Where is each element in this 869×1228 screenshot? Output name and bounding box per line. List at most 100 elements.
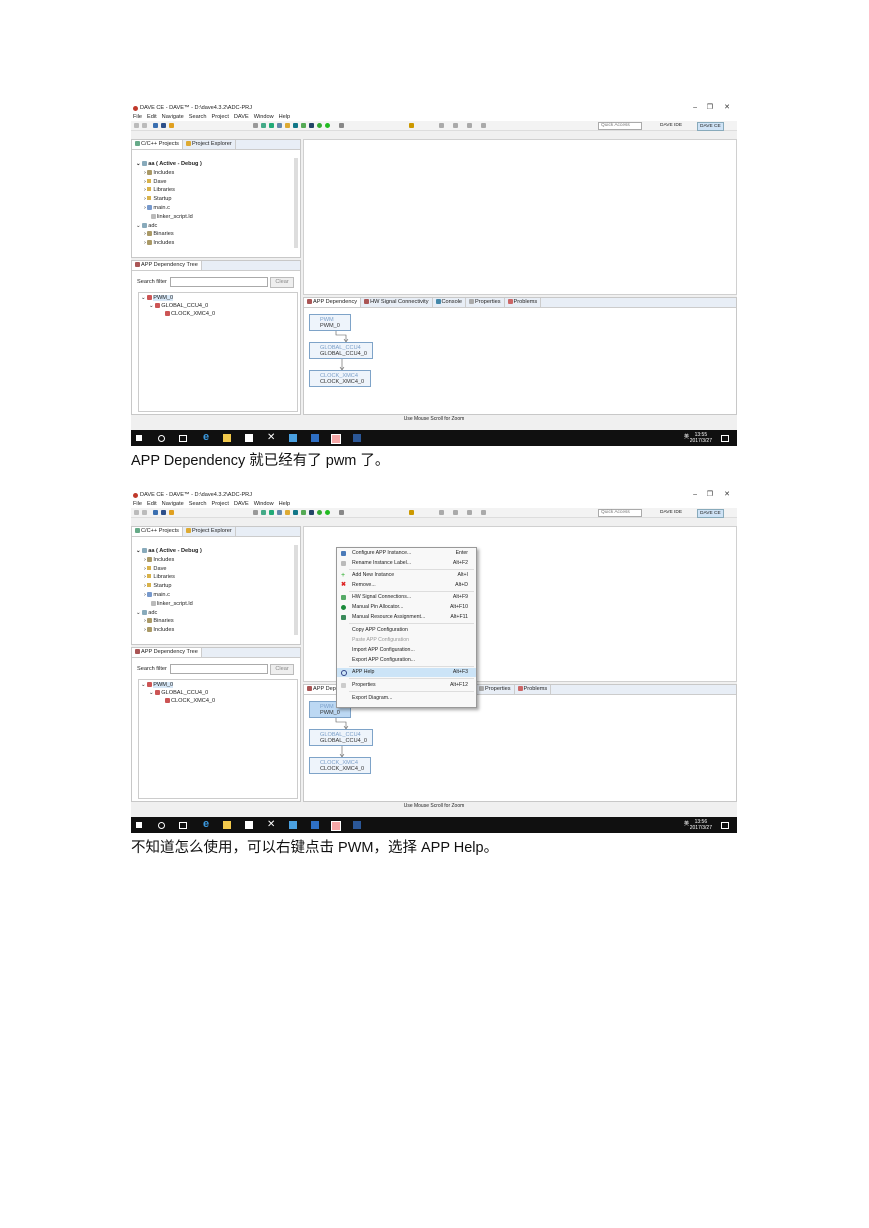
menu-file[interactable]: File [133, 114, 142, 120]
tree-item[interactable]: › Libraries [136, 186, 202, 195]
search-filter-input[interactable] [170, 277, 268, 287]
app-taskbar-icon[interactable] [289, 821, 297, 829]
app-icon-1[interactable] [253, 123, 258, 128]
explorer-scrollbar[interactable] [294, 545, 298, 635]
tree-item[interactable]: › Includes [136, 239, 202, 248]
tree-item[interactable]: › Includes [136, 626, 202, 635]
ime-indicator[interactable]: 英 [684, 821, 689, 828]
menu-project[interactable]: Project [211, 501, 228, 507]
search-filter-input[interactable] [170, 664, 268, 674]
tab-project-explorer[interactable]: Project Explorer [183, 527, 236, 536]
tools-taskbar-icon[interactable]: ✕ [267, 432, 275, 443]
store-icon[interactable] [245, 434, 253, 442]
help-icon[interactable] [309, 510, 314, 515]
wand-icon[interactable] [153, 510, 158, 515]
menu-item-copy-config[interactable]: Copy APP Configuration [337, 626, 476, 635]
close-button[interactable]: ✕ [724, 103, 730, 113]
add-app-icon[interactable] [269, 123, 274, 128]
menu-item-import-config[interactable]: Import APP Configuration... [337, 646, 476, 655]
dep-tree-item-global-ccu4[interactable]: ⌄ GLOBAL_CCU4_0 [149, 303, 208, 309]
diagram-node-clock[interactable]: CLOCK_XMC4 CLOCK_XMC4_0 [309, 370, 371, 387]
run-icon[interactable] [317, 510, 322, 515]
store-icon[interactable] [245, 821, 253, 829]
app-taskbar-icon[interactable] [289, 434, 297, 442]
menu-item-pin-allocator[interactable]: Manual Pin Allocator... Alt+F10 [337, 603, 476, 612]
minimize-button[interactable]: – [693, 103, 697, 113]
wand-icon[interactable] [153, 123, 158, 128]
tree-item[interactable]: › main.c [136, 591, 202, 600]
menu-item-properties[interactable]: Properties Alt+F12 [337, 681, 476, 690]
diagram-node-global-ccu4[interactable]: GLOBAL_CCU4 GLOBAL_CCU4_0 [309, 342, 373, 359]
tree-item[interactable]: ⌄ aa ( Active - Debug ) [136, 547, 202, 556]
close-button[interactable]: ✕ [724, 490, 730, 500]
nav-icon-2[interactable] [453, 510, 458, 515]
diagram-node-clock[interactable]: CLOCK_XMC4 CLOCK_XMC4_0 [309, 757, 371, 774]
build-icon[interactable] [161, 123, 166, 128]
tree-item[interactable]: › Binaries [136, 230, 202, 239]
tree-item[interactable]: › Includes [136, 169, 202, 178]
run-icon[interactable] [317, 123, 322, 128]
pin-icon[interactable] [409, 510, 414, 515]
tab-app-dependency[interactable]: APP Dependency [304, 298, 362, 307]
help-icon[interactable] [309, 123, 314, 128]
app-icon-3[interactable] [277, 123, 282, 128]
menu-window[interactable]: Window [254, 501, 274, 507]
new-icon[interactable] [134, 123, 139, 128]
menu-search[interactable]: Search [189, 114, 207, 120]
menu-navigate[interactable]: Navigate [162, 501, 184, 507]
tools-icon[interactable] [339, 510, 344, 515]
word-taskbar-icon[interactable] [353, 821, 361, 829]
build-icon[interactable] [161, 510, 166, 515]
dep-tree-item-clock[interactable]: CLOCK_XMC4_0 [165, 311, 215, 317]
outlook-taskbar-icon[interactable] [311, 821, 319, 829]
outlook-taskbar-icon[interactable] [311, 434, 319, 442]
back-icon[interactable] [467, 123, 472, 128]
diagram-node-global-ccu4[interactable]: GLOBAL_CCU4 GLOBAL_CCU4_0 [309, 729, 373, 746]
dep-tree-item-clock[interactable]: CLOCK_XMC4_0 [165, 698, 215, 704]
edge-icon[interactable]: e [203, 431, 211, 443]
perspective-dave-ce[interactable]: DAVE CE [697, 509, 724, 518]
quick-access-input[interactable]: Quick Access [598, 122, 642, 130]
back-icon[interactable] [467, 510, 472, 515]
menu-item-rename[interactable]: Rename Instance Label... Alt+F2 [337, 559, 476, 568]
tree-item[interactable]: linker_script.ld [136, 600, 202, 609]
tree-item[interactable]: › Dave [136, 565, 202, 574]
menu-item-resource-assignment[interactable]: Manual Resource Assignment... Alt+F11 [337, 613, 476, 622]
dave-taskbar-icon[interactable] [331, 821, 341, 831]
quick-access-input[interactable]: Quick Access [598, 509, 642, 517]
menu-help[interactable]: Help [279, 501, 291, 507]
new-icon[interactable] [134, 510, 139, 515]
perspective-dave-ce[interactable]: DAVE CE [697, 122, 724, 131]
menu-item-export-diagram[interactable]: Export Diagram... [337, 694, 476, 703]
tree-item[interactable]: › Dave [136, 178, 202, 187]
save-icon[interactable] [142, 123, 147, 128]
file-explorer-icon[interactable] [223, 434, 231, 442]
menu-help[interactable]: Help [279, 114, 291, 120]
file-explorer-icon[interactable] [223, 821, 231, 829]
tree-item[interactable]: › Libraries [136, 573, 202, 582]
menu-item-add-instance[interactable]: + Add New Instance Alt+I [337, 571, 476, 580]
tree-item[interactable]: › main.c [136, 204, 202, 213]
notification-icon[interactable] [721, 822, 729, 829]
perspective-dave-ide[interactable]: DAVE IDE [658, 509, 684, 516]
system-clock[interactable]: 13:56 2017/3/27 [690, 819, 712, 831]
tree-item[interactable]: ⌄ adc [136, 609, 202, 618]
explorer-scrollbar[interactable] [294, 158, 298, 248]
app-icon-2[interactable] [261, 123, 266, 128]
menu-window[interactable]: Window [254, 114, 274, 120]
menu-item-remove[interactable]: ✖ Remove... Alt+D [337, 581, 476, 590]
tab-problems[interactable]: Problems [515, 685, 552, 694]
dave-taskbar-icon[interactable] [331, 434, 341, 444]
windows-start-icon[interactable] [136, 822, 142, 828]
app-icon-4[interactable] [285, 510, 290, 515]
task-view-icon[interactable] [179, 822, 187, 829]
tab-cpp-projects[interactable]: C/C++ Projects [132, 527, 183, 536]
menu-project[interactable]: Project [211, 114, 228, 120]
app-icon-2[interactable] [261, 510, 266, 515]
app-icon-6[interactable] [301, 123, 306, 128]
app-icon-3[interactable] [277, 510, 282, 515]
menu-item-configure-app[interactable]: Configure APP Instance... Enter [337, 549, 476, 558]
menu-edit[interactable]: Edit [147, 501, 157, 507]
search-icon[interactable] [158, 435, 165, 442]
dep-tree-item-global-ccu4[interactable]: ⌄ GLOBAL_CCU4_0 [149, 690, 208, 696]
